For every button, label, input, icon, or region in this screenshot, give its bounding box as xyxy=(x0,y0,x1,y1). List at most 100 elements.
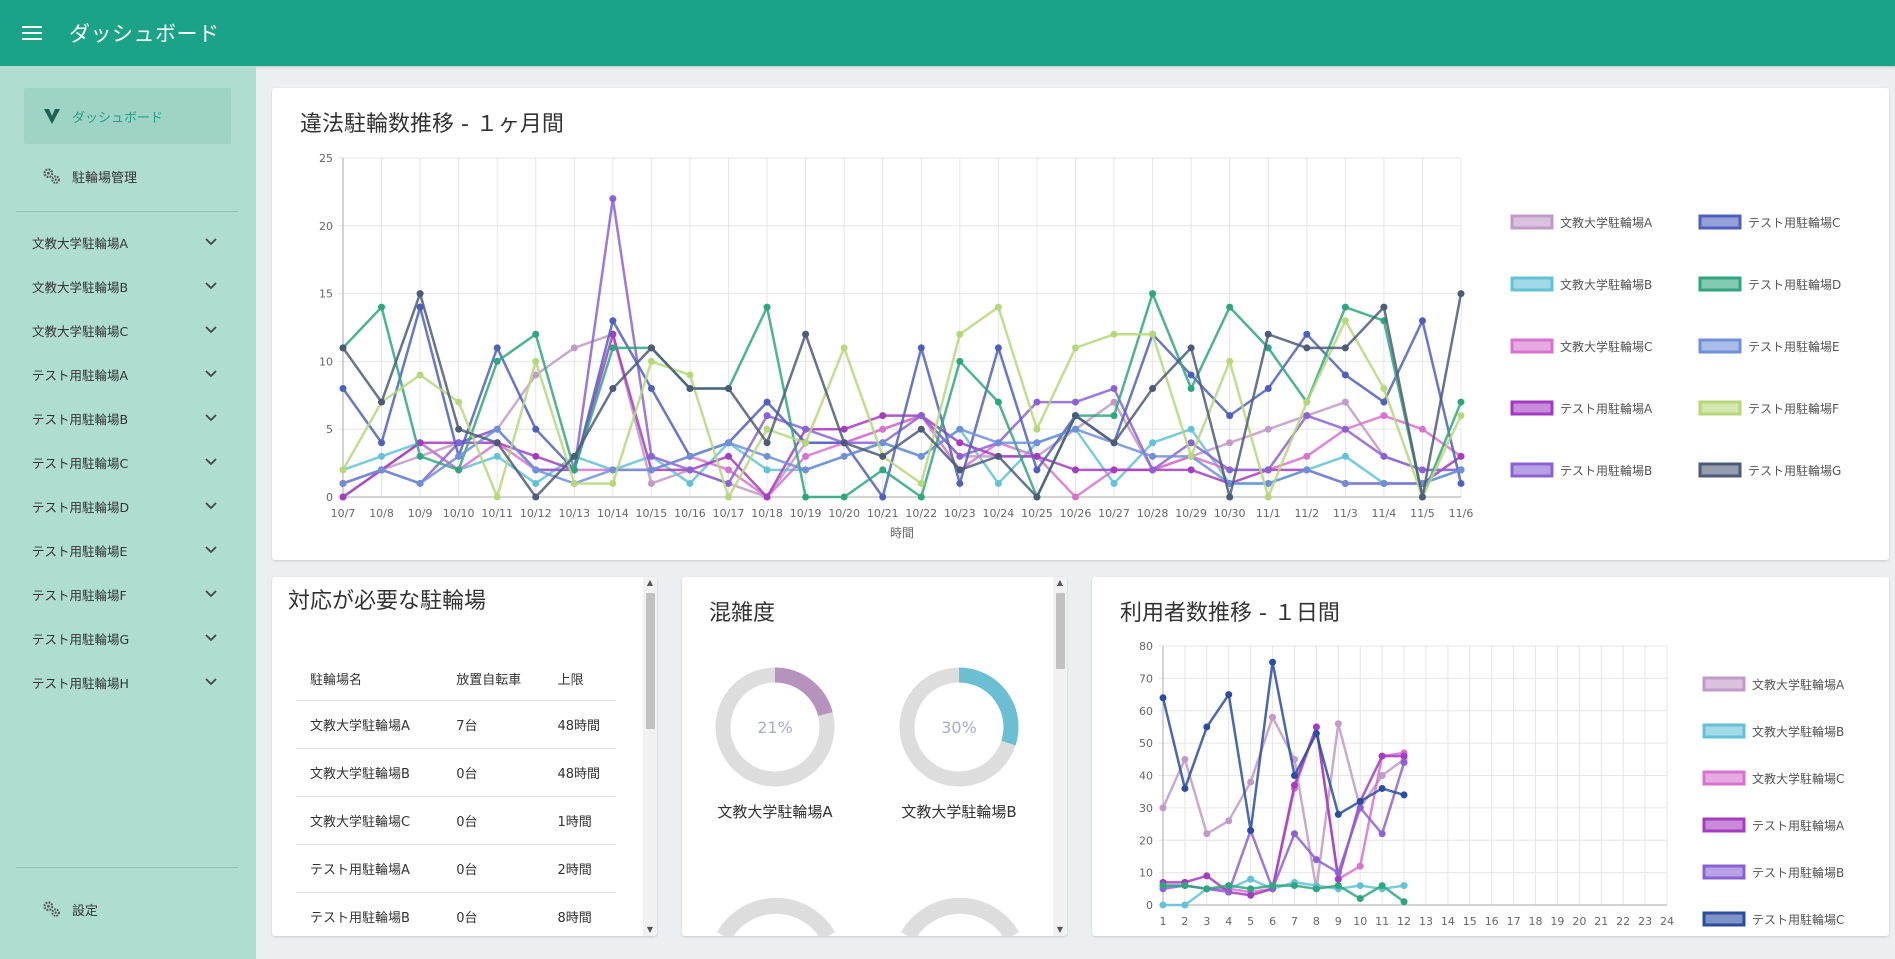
data-point xyxy=(1303,452,1311,460)
sidebar-item[interactable]: テスト用駐輪場C xyxy=(0,440,256,484)
sidebar-item[interactable]: テスト用駐輪場A xyxy=(0,352,256,396)
data-point xyxy=(416,452,424,460)
data-point xyxy=(1149,466,1157,474)
data-point xyxy=(1110,479,1118,487)
sidebar-item[interactable]: 文教大学駐輪場A xyxy=(0,220,256,264)
legend-swatch[interactable] xyxy=(1510,400,1554,416)
x-tick-label: 10/12 xyxy=(520,507,552,520)
scrollbar-thumb[interactable] xyxy=(646,593,655,729)
data-point xyxy=(1457,290,1465,298)
scrollbar-thumb[interactable] xyxy=(1056,593,1065,669)
scroll-up-arrow-icon[interactable]: ▲ xyxy=(643,577,657,589)
scrollbar[interactable]: ▲ ▼ xyxy=(643,577,657,936)
legend-swatch[interactable] xyxy=(1698,462,1742,478)
legend-swatch[interactable] xyxy=(1698,214,1742,230)
legend-swatch[interactable] xyxy=(1510,462,1554,478)
data-point xyxy=(1110,330,1118,338)
sidebar-item-dashboard[interactable]: ダッシュボード xyxy=(24,88,231,144)
chevron-down-icon[interactable] xyxy=(204,278,218,295)
sidebar-item[interactable]: テスト用駐輪場G xyxy=(0,616,256,660)
scroll-down-arrow-icon[interactable]: ▼ xyxy=(1053,924,1067,936)
donut-label: 文教大学駐輪場B xyxy=(901,803,1017,821)
chevron-down-icon[interactable] xyxy=(204,366,218,383)
data-point xyxy=(1356,862,1364,870)
data-point xyxy=(532,479,540,487)
sidebar-item[interactable]: 文教大学駐輪場B xyxy=(0,264,256,308)
data-point xyxy=(1203,872,1211,880)
legend-label[interactable]: 文教大学駐輪場B xyxy=(1560,277,1652,292)
data-point xyxy=(1149,330,1157,338)
legend-label[interactable]: テスト用駐輪場B xyxy=(1560,463,1652,478)
legend-label[interactable]: テスト用駐輪場A xyxy=(1752,818,1845,833)
legend-swatch[interactable] xyxy=(1510,338,1554,354)
chevron-down-icon[interactable] xyxy=(204,498,218,515)
data-point xyxy=(1356,882,1364,890)
scroll-down-arrow-icon[interactable]: ▼ xyxy=(643,924,657,936)
legend-swatch[interactable] xyxy=(1702,676,1746,692)
chevron-down-icon[interactable] xyxy=(204,542,218,559)
data-point xyxy=(1378,830,1386,838)
sidebar-item[interactable]: テスト用駐輪場D xyxy=(0,484,256,528)
legend-label[interactable]: テスト用駐輪場G xyxy=(1748,463,1841,478)
legend-swatch[interactable] xyxy=(1702,770,1746,786)
legend-swatch[interactable] xyxy=(1702,817,1746,833)
menu-icon[interactable] xyxy=(17,18,47,48)
chevron-down-icon[interactable] xyxy=(204,234,218,251)
legend-label[interactable]: 文教大学駐輪場A xyxy=(1752,677,1845,692)
legend-label[interactable]: テスト用駐輪場F xyxy=(1748,401,1839,416)
y-tick-label: 0 xyxy=(326,491,333,504)
table-row: テスト用駐輪場B 0台 8時間 xyxy=(296,891,616,936)
sidebar-item[interactable]: テスト用駐輪場E xyxy=(0,528,256,572)
sidebar-item-settings[interactable]: 設定 xyxy=(24,881,231,937)
legend-swatch[interactable] xyxy=(1698,400,1742,416)
legend-label[interactable]: テスト用駐輪場B xyxy=(1752,865,1844,880)
data-point xyxy=(1334,882,1342,890)
chevron-down-icon[interactable] xyxy=(204,410,218,427)
chevron-down-icon[interactable] xyxy=(204,630,218,647)
y-tick-label: 20 xyxy=(1139,834,1153,847)
legend-swatch[interactable] xyxy=(1702,864,1746,880)
legend-label[interactable]: 文教大学駐輪場C xyxy=(1752,771,1844,786)
legend-swatch[interactable] xyxy=(1698,338,1742,354)
legend-swatch[interactable] xyxy=(1702,911,1746,927)
legend-label[interactable]: 文教大学駐輪場A xyxy=(1560,215,1653,230)
legend-label[interactable]: 文教大学駐輪場B xyxy=(1752,724,1844,739)
legend-label[interactable]: テスト用駐輪場E xyxy=(1748,339,1840,354)
legend-swatch[interactable] xyxy=(1510,276,1554,292)
sidebar-item[interactable]: 文教大学駐輪場C xyxy=(0,308,256,352)
data-point xyxy=(1181,755,1189,763)
data-point xyxy=(879,452,887,460)
legend-label[interactable]: テスト用駐輪場A xyxy=(1560,401,1653,416)
chevron-down-icon[interactable] xyxy=(204,454,218,471)
data-point xyxy=(1203,830,1211,838)
data-point xyxy=(1380,385,1388,393)
scrollbar[interactable]: ▲ ▼ xyxy=(1053,577,1067,936)
chevron-down-icon[interactable] xyxy=(204,586,218,603)
legend-label[interactable]: テスト用駐輪場D xyxy=(1748,277,1841,292)
data-point xyxy=(493,439,501,447)
chevron-down-icon[interactable] xyxy=(204,674,218,691)
data-point xyxy=(455,425,463,433)
legend-label[interactable]: テスト用駐輪場C xyxy=(1752,912,1844,927)
data-point xyxy=(840,344,848,352)
data-point xyxy=(1110,439,1118,447)
chevron-down-icon[interactable] xyxy=(204,322,218,339)
legend-label[interactable]: テスト用駐輪場C xyxy=(1748,215,1840,230)
series-line xyxy=(341,305,1463,501)
legend-swatch[interactable] xyxy=(1702,723,1746,739)
legend-swatch[interactable] xyxy=(1698,276,1742,292)
scroll-up-arrow-icon[interactable]: ▲ xyxy=(1053,577,1067,589)
sidebar-item[interactable]: テスト用駐輪場F xyxy=(0,572,256,616)
legend-label[interactable]: 文教大学駐輪場C xyxy=(1560,339,1652,354)
data-point xyxy=(725,439,733,447)
sidebar-item[interactable]: テスト用駐輪場H xyxy=(0,660,256,704)
sidebar-item-label: ダッシュボード xyxy=(72,110,164,126)
sidebar-item[interactable]: テスト用駐輪場B xyxy=(0,396,256,440)
sidebar-item-label: 文教大学駐輪場B xyxy=(32,279,129,295)
table-row: 文教大学駐輪場B 0台 48時間 xyxy=(296,747,616,796)
legend-swatch[interactable] xyxy=(1510,214,1554,230)
data-point xyxy=(917,493,925,501)
sidebar-item-parking-management[interactable]: 駐輪場管理 xyxy=(24,148,231,204)
data-point xyxy=(1071,344,1079,352)
data-point xyxy=(917,425,925,433)
